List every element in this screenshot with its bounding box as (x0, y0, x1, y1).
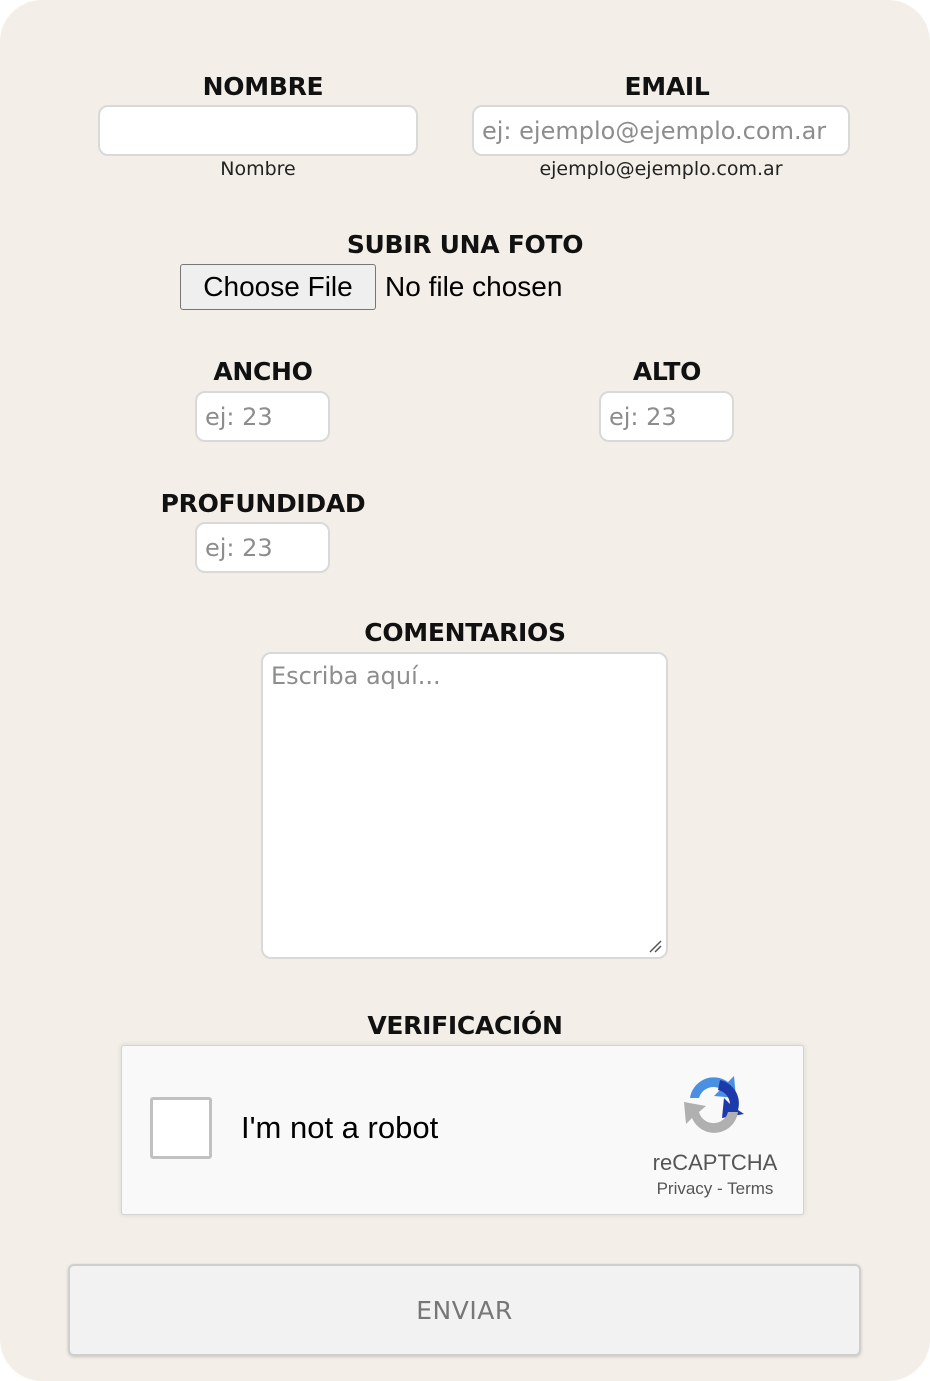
recaptcha-brand: reCAPTCHA (652, 1150, 778, 1175)
nombre-input[interactable] (98, 105, 418, 156)
alto-placeholder: ej: 23 (609, 402, 677, 431)
email-label: EMAIL (624, 72, 710, 101)
email-input[interactable]: ej: ejemplo@ejemplo.com.ar (472, 105, 850, 156)
alto-input[interactable]: ej: 23 (599, 391, 734, 442)
privacy-link[interactable]: Privacy (657, 1179, 713, 1198)
alto-label: ALTO (632, 357, 702, 386)
foto-label: SUBIR UNA FOTO (346, 230, 584, 259)
recaptcha-logo-icon (684, 1076, 744, 1133)
recaptcha-checkbox[interactable] (150, 1097, 212, 1159)
links-separator: - (717, 1179, 723, 1198)
ancho-input[interactable]: ej: 23 (195, 391, 330, 442)
comentarios-placeholder: Escriba aquí... (271, 662, 441, 690)
profundidad-label: PROFUNDIDAD (160, 489, 366, 518)
profundidad-input[interactable]: ej: 23 (195, 522, 330, 573)
recaptcha-links: Privacy - Terms (632, 1179, 798, 1199)
comentarios-textarea[interactable]: Escriba aquí... (261, 652, 668, 959)
profundidad-placeholder: ej: 23 (205, 533, 273, 562)
email-placeholder: ej: ejemplo@ejemplo.com.ar (482, 116, 827, 145)
email-hint: ejemplo@ejemplo.com.ar (539, 158, 783, 180)
recaptcha-widget: I'm not a robot reCAPTCHA Privacy - Term… (121, 1045, 804, 1215)
ancho-label: ANCHO (213, 357, 313, 386)
terms-link[interactable]: Terms (727, 1179, 773, 1198)
file-status: No file chosen (385, 271, 563, 302)
comentarios-label: COMENTARIOS (364, 618, 566, 647)
ancho-placeholder: ej: 23 (205, 402, 273, 431)
form-card: NOMBRE Nombre EMAIL ej: ejemplo@ejemplo.… (0, 0, 930, 1381)
resize-grip-icon[interactable] (648, 939, 662, 953)
nombre-hint: Nombre (220, 158, 296, 180)
submit-button[interactable]: ENVIAR (68, 1264, 861, 1356)
nombre-label: NOMBRE (202, 72, 324, 101)
choose-file-button[interactable]: Choose File (180, 264, 376, 310)
recaptcha-text: I'm not a robot (241, 1110, 439, 1145)
verificacion-label: VERIFICACIÓN (367, 1011, 563, 1040)
